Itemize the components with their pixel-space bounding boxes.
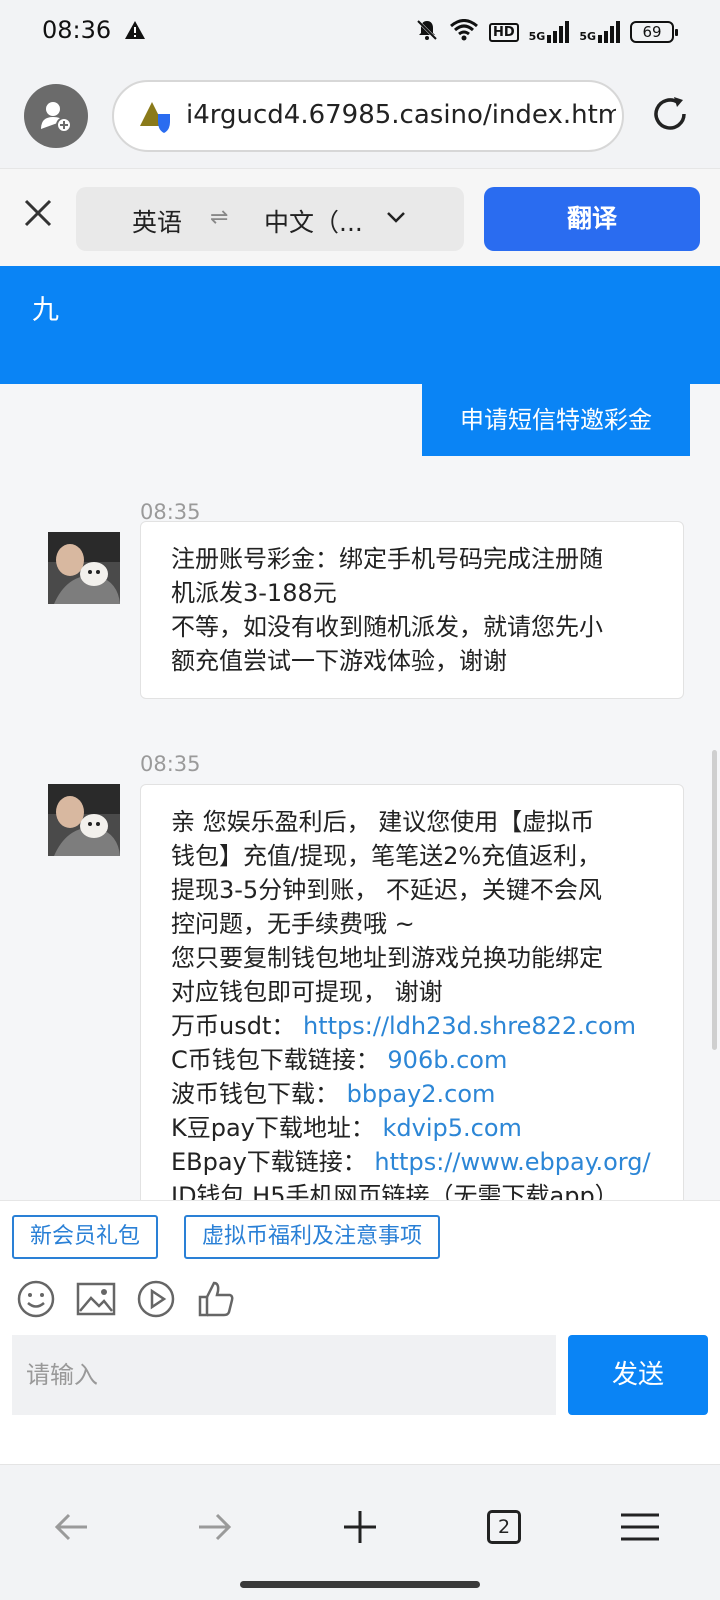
message-line: 亲 您娱乐盈利后， 建议您使用【虚拟币: [171, 808, 595, 836]
quick-reply-crypto-benefits[interactable]: 虚拟币福利及注意事项: [184, 1215, 441, 1259]
link-label: C币钱包下载链接：: [171, 1046, 380, 1074]
mute-bell-icon: [415, 18, 439, 46]
message-line: JD钱包 H5手机网页链接（无需下载app）: [171, 1182, 619, 1200]
forward-arrow-icon[interactable]: [184, 1497, 244, 1557]
link-label: 万币usdt：: [171, 1012, 296, 1040]
language-selector[interactable]: 英语 ⇌ 中文（...: [76, 187, 464, 251]
message-time: 08:35: [140, 752, 201, 776]
image-icon[interactable]: [76, 1279, 116, 1323]
browser-address-bar: i4rgucd4.67985.casino/index.html: [0, 64, 720, 168]
swap-languages-icon[interactable]: ⇌: [210, 205, 228, 230]
link-line: K豆pay下载地址： kdvip5.com: [171, 1111, 653, 1145]
message-line: 对应钱包即可提现， 谢谢: [171, 978, 443, 1006]
tab-count: 2: [487, 1510, 521, 1544]
message-line: 钱包】充值/提现，笔笔送2%充值返利，: [171, 842, 602, 870]
url-field[interactable]: i4rgucd4.67985.casino/index.html: [112, 80, 624, 152]
signal-1: 5G: [529, 21, 570, 43]
chevron-down-icon[interactable]: [386, 209, 406, 228]
link-label: K豆pay下载地址：: [171, 1114, 375, 1142]
tabs-button[interactable]: 2: [474, 1497, 534, 1557]
network-type-label: 5G: [579, 30, 596, 43]
reload-icon[interactable]: [650, 94, 690, 138]
sent-message: 申请短信特邀彩金: [422, 384, 690, 456]
status-bar: 08:36 HD 5G 5G 69: [0, 0, 720, 64]
translate-bar: 英语 ⇌ 中文（... 翻译: [0, 168, 720, 266]
url-text[interactable]: i4rgucd4.67985.casino/index.html: [186, 100, 616, 130]
browser-navigation: 2: [0, 1464, 720, 1600]
wallet-link[interactable]: kdvip5.com: [383, 1114, 522, 1142]
hd-indicator: HD: [488, 22, 519, 42]
agent-avatar: [48, 784, 120, 856]
profile-button[interactable]: [24, 84, 88, 148]
chat-area[interactable]: 申请短信特邀彩金 08:35 注册账号彩金：绑定手机号码完成注册随 机派发3-1…: [0, 384, 720, 1200]
link-line: 万币usdt： https://ldh23d.shre822.com: [171, 1009, 653, 1043]
received-message: 亲 您娱乐盈利后， 建议您使用【虚拟币 钱包】充值/提现，笔笔送2%充值返利， …: [140, 784, 684, 1200]
target-language[interactable]: 中文（...: [264, 203, 363, 239]
wallet-link[interactable]: 906b.com: [387, 1046, 507, 1074]
agent-avatar: [48, 532, 120, 604]
message-input[interactable]: [12, 1335, 556, 1415]
battery-indicator: 69: [630, 21, 678, 43]
status-icons: HD 5G 5G 69: [415, 18, 678, 46]
gesture-bar: [240, 1581, 480, 1588]
video-icon[interactable]: [136, 1279, 176, 1323]
scrollbar[interactable]: [712, 750, 717, 1050]
message-line: 注册账号彩金：绑定手机号码完成注册随: [171, 545, 603, 573]
translate-button[interactable]: 翻译: [484, 187, 700, 251]
menu-icon[interactable]: [610, 1497, 670, 1557]
wallet-link[interactable]: https://ldh23d.shre822.com: [303, 1012, 636, 1040]
message-line: 额充值尝试一下游戏体验，谢谢: [171, 647, 507, 675]
received-message: 注册账号彩金：绑定手机号码完成注册随 机派发3-188元 不等，如没有收到随机派…: [140, 521, 684, 699]
send-button[interactable]: 发送: [568, 1335, 708, 1415]
message-line: 提现3-5分钟到账， 不延迟，关键不会风: [171, 876, 602, 904]
message-line: 不等，如没有收到随机派发，就请您先小: [171, 613, 603, 641]
link-line: EBpay下载链接： https://www.ebpay.org/: [171, 1145, 653, 1179]
page-header: 九: [0, 266, 720, 384]
link-label: 波币钱包下载：: [171, 1080, 339, 1108]
link-line: C币钱包下载链接： 906b.com: [171, 1043, 653, 1077]
source-language[interactable]: 英语: [132, 203, 182, 239]
thumbs-up-icon[interactable]: [196, 1279, 236, 1323]
wallet-link[interactable]: https://www.ebpay.org/: [374, 1148, 650, 1176]
new-tab-plus-icon[interactable]: [330, 1497, 390, 1557]
message-line: 您只要复制钱包地址到游戏兑换功能绑定: [171, 944, 603, 972]
quick-reply-new-member-gift[interactable]: 新会员礼包: [12, 1215, 159, 1259]
link-label: EBpay下载链接：: [171, 1148, 367, 1176]
wifi-icon: [449, 19, 479, 45]
link-line: 波币钱包下载： bbpay2.com: [171, 1077, 653, 1111]
chat-input-panel: 新会员礼包 虚拟币福利及注意事项 发送: [0, 1200, 720, 1464]
emoji-icon[interactable]: [16, 1279, 56, 1323]
warning-icon: [124, 20, 146, 44]
security-warning-icon[interactable]: [140, 100, 174, 138]
back-arrow-icon[interactable]: [42, 1497, 102, 1557]
network-type-label: 5G: [528, 30, 546, 43]
incognito-user-icon: [41, 102, 72, 133]
message-line: 机派发3-188元: [171, 579, 337, 607]
close-icon[interactable]: [24, 199, 52, 231]
status-time: 08:36: [42, 16, 112, 44]
wallet-link[interactable]: bbpay2.com: [347, 1080, 496, 1108]
signal-2: 5G: [579, 21, 620, 43]
page-title: 九: [32, 295, 59, 326]
message-line: 控问题，无手续费哦 ~: [171, 910, 415, 938]
